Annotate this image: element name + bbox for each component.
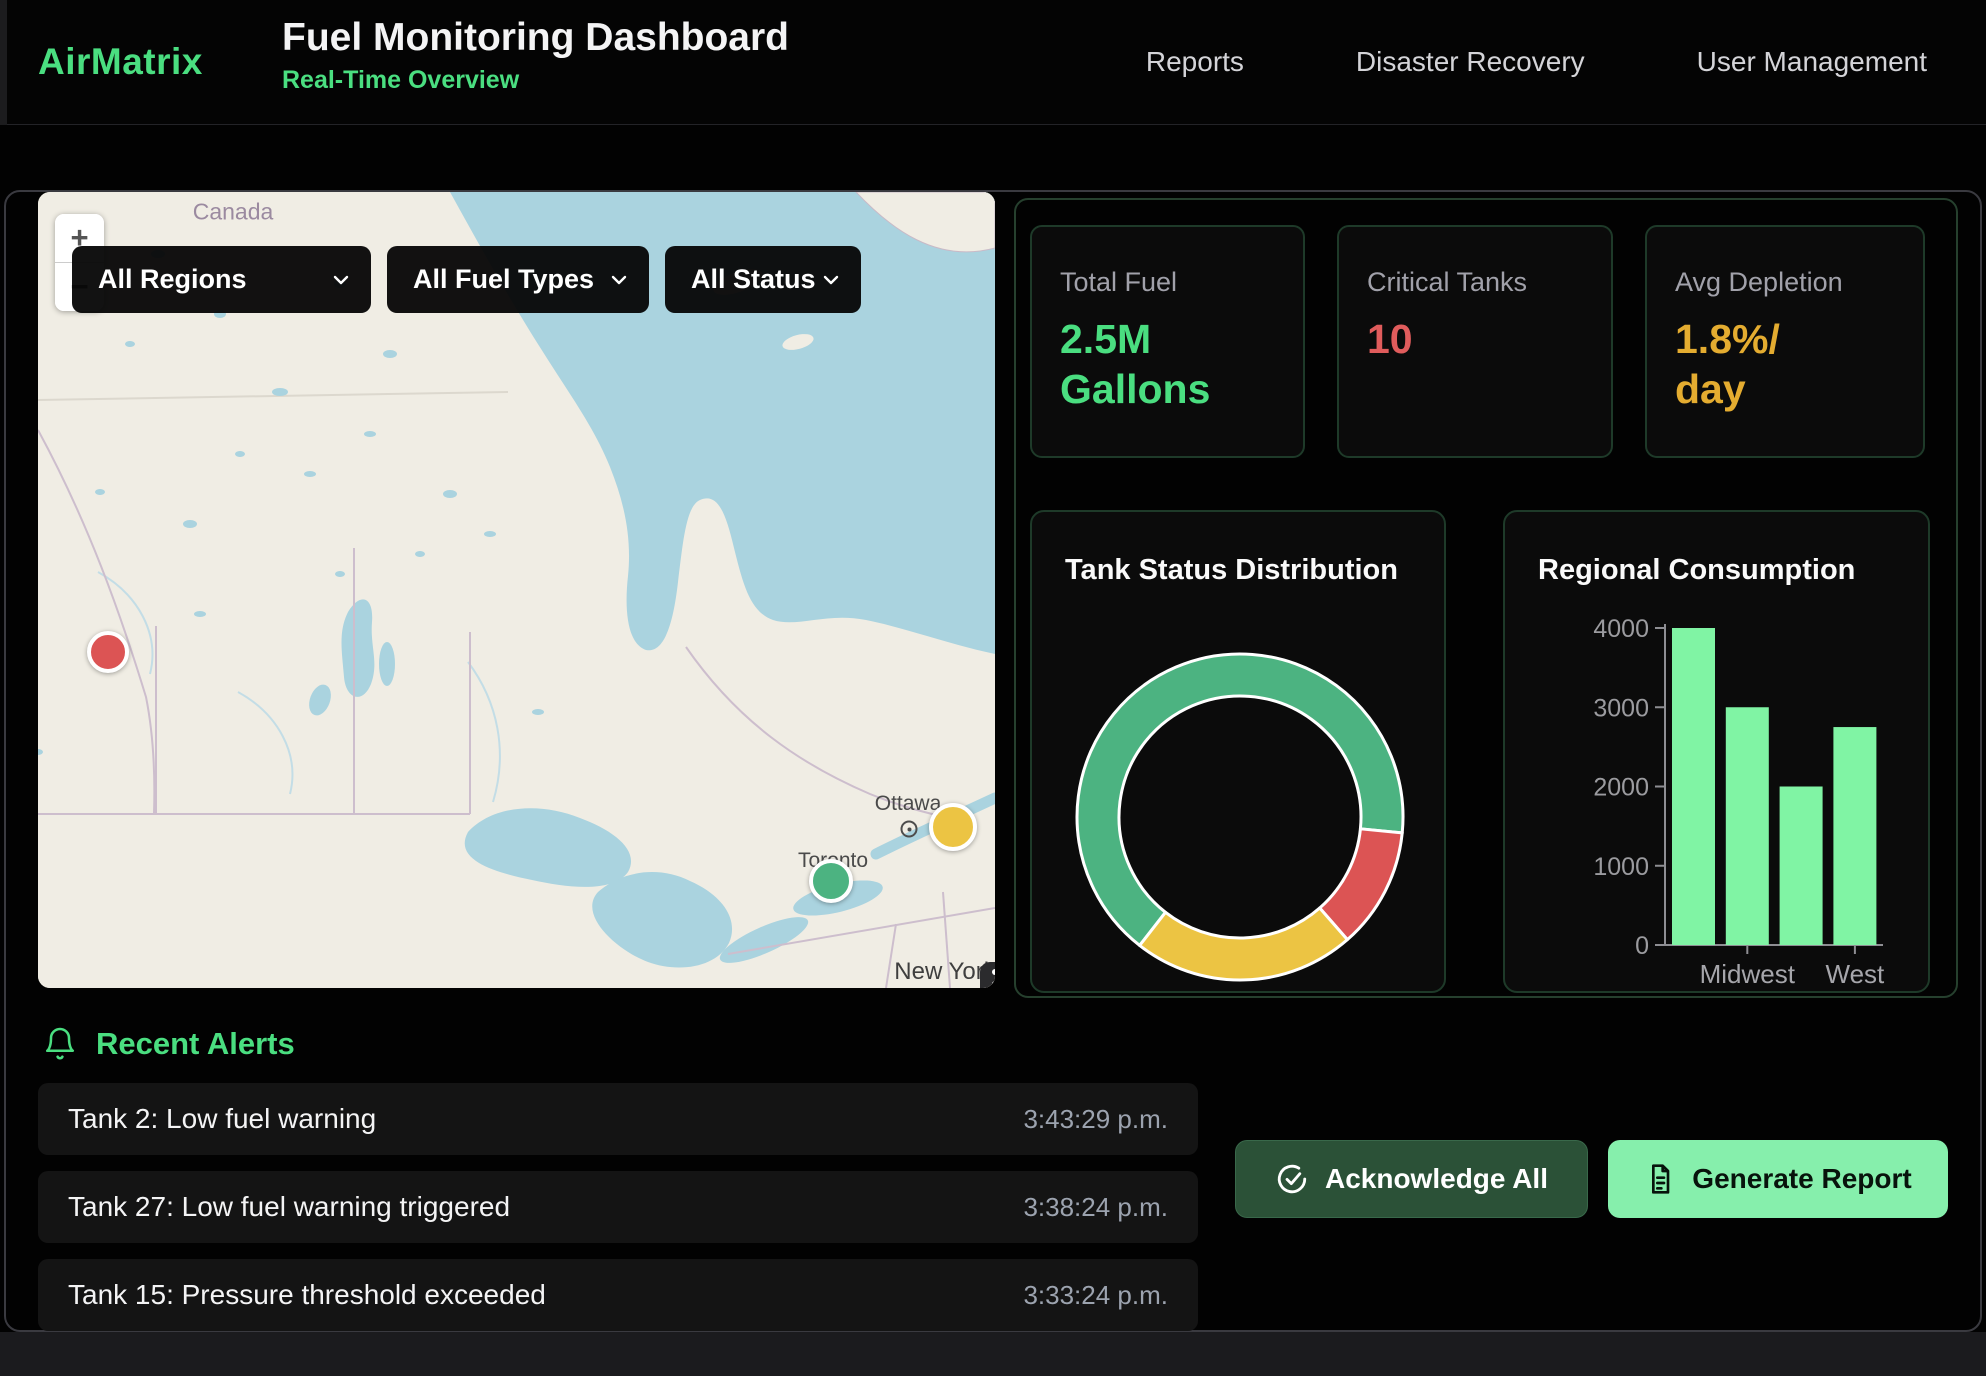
map-filters: All Regions All Fuel Types All Status: [72, 246, 861, 313]
chevron-down-icon: [819, 268, 843, 292]
acknowledge-all-label: Acknowledge All: [1325, 1163, 1548, 1195]
map-drag-handle[interactable]: [980, 962, 995, 988]
brand-logo: AirMatrix: [38, 41, 203, 83]
tank-status-chart-card: Tank Status Distribution: [1030, 510, 1446, 993]
nav-disaster-recovery[interactable]: Disaster Recovery: [1356, 46, 1585, 78]
alert-row[interactable]: Tank 2: Low fuel warning 3:43:29 p.m.: [38, 1083, 1198, 1155]
stat-card-critical-tanks: Critical Tanks 10: [1337, 225, 1613, 458]
city-ring-symbol: [901, 821, 918, 838]
chevron-down-icon: [607, 268, 631, 292]
tank-marker-critical[interactable]: [87, 631, 129, 673]
regional-consumption-chart-card: Regional Consumption 0 1000 2000 3000 4000 Mi…: [1503, 510, 1930, 993]
bar: [1833, 727, 1876, 945]
nav-reports[interactable]: Reports: [1146, 46, 1244, 78]
x-tick-label: Midwest: [1700, 959, 1796, 989]
chart-title: Regional Consumption: [1538, 554, 1855, 587]
nav-user-management[interactable]: User Management: [1697, 46, 1927, 78]
map-label-canada: Canada: [193, 199, 274, 226]
alert-message: Tank 27: Low fuel warning triggered: [68, 1191, 510, 1223]
x-tick-label: West: [1826, 959, 1886, 989]
region-filter-dropdown[interactable]: All Regions: [72, 246, 371, 313]
stat-label: Avg Depletion: [1675, 267, 1895, 298]
page-subtitle: Real-Time Overview: [282, 66, 789, 95]
window-bottom-strip: [0, 1332, 1986, 1376]
alert-row[interactable]: Tank 15: Pressure threshold exceeded 3:3…: [38, 1259, 1198, 1331]
tank-marker-warning[interactable]: [929, 803, 977, 851]
status-filter-label: All Status: [691, 264, 816, 295]
generate-report-label: Generate Report: [1692, 1163, 1911, 1195]
stat-value: 2.5M Gallons: [1060, 314, 1275, 414]
y-tick-label: 0: [1635, 932, 1649, 960]
tank-marker-normal[interactable]: [809, 859, 853, 903]
alert-message: Tank 2: Low fuel warning: [68, 1103, 376, 1135]
y-tick-label: 3000: [1593, 694, 1649, 722]
top-nav: Reports Disaster Recovery User Managemen…: [1146, 0, 1927, 124]
alerts-header: Recent Alerts: [42, 1026, 295, 1062]
fuel-type-filter-label: All Fuel Types: [413, 264, 594, 295]
stat-value: 1.8%/ day: [1675, 314, 1895, 414]
bar: [1780, 787, 1823, 946]
window-edge: [0, 0, 7, 125]
stat-card-avg-depletion: Avg Depletion 1.8%/ day: [1645, 225, 1925, 458]
fuel-type-filter-dropdown[interactable]: All Fuel Types: [387, 246, 649, 313]
stat-label: Total Fuel: [1060, 267, 1275, 298]
fuel-map[interactable]: CanadaOttawaTorontoNew York + − All Regi…: [38, 192, 995, 988]
title-block: Fuel Monitoring Dashboard Real-Time Over…: [282, 16, 789, 95]
check-circle-icon: [1275, 1162, 1309, 1196]
stat-label: Critical Tanks: [1367, 267, 1583, 298]
alert-time: 3:43:29 p.m.: [1023, 1104, 1168, 1135]
chevron-down-icon: [329, 268, 353, 292]
y-tick-label: 4000: [1593, 615, 1649, 643]
stat-value: 10: [1367, 314, 1583, 364]
header: AirMatrix Fuel Monitoring Dashboard Real…: [0, 0, 1986, 125]
bar: [1672, 628, 1715, 945]
alert-time: 3:38:24 p.m.: [1023, 1192, 1168, 1223]
chart-title: Tank Status Distribution: [1065, 554, 1398, 587]
status-filter-dropdown[interactable]: All Status: [665, 246, 861, 313]
bar: [1726, 707, 1769, 945]
donut-segment-warning: [1140, 908, 1348, 980]
region-filter-label: All Regions: [98, 264, 247, 295]
acknowledge-all-button[interactable]: Acknowledge All: [1235, 1140, 1588, 1218]
alert-time: 3:33:24 p.m.: [1023, 1280, 1168, 1311]
y-tick-label: 1000: [1593, 853, 1649, 881]
alerts-title: Recent Alerts: [96, 1026, 295, 1062]
generate-report-button[interactable]: Generate Report: [1608, 1140, 1948, 1218]
y-tick-label: 2000: [1593, 774, 1649, 802]
document-icon: [1644, 1163, 1676, 1195]
page-title: Fuel Monitoring Dashboard: [282, 16, 789, 61]
alert-message: Tank 15: Pressure threshold exceeded: [68, 1279, 546, 1311]
bell-icon: [42, 1026, 78, 1062]
alert-row[interactable]: Tank 27: Low fuel warning triggered 3:38…: [38, 1171, 1198, 1243]
dashboard-page: AirMatrix Fuel Monitoring Dashboard Real…: [0, 0, 1986, 1376]
map-label-ottawa: Ottawa: [875, 792, 942, 816]
stat-card-total-fuel: Total Fuel 2.5M Gallons: [1030, 225, 1305, 458]
